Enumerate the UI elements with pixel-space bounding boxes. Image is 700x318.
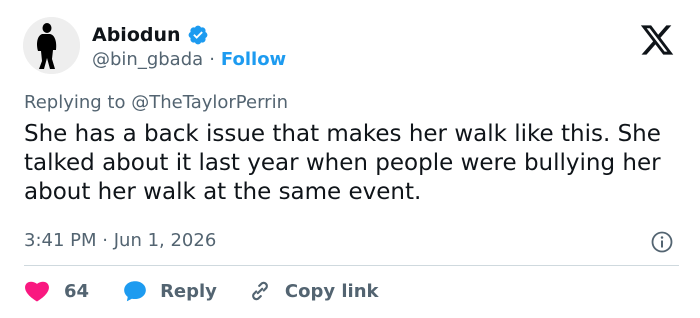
link-icon [252,281,268,301]
reply-label: Reply [160,280,217,302]
x-logo-icon[interactable] [637,22,677,58]
author-name-row: Abiodun [92,24,209,46]
verified-badge-icon [188,25,207,45]
separator-dot: · [209,49,215,70]
author-handle-row: @bin_gbada · Follow [92,49,286,71]
like-count: 64 [64,280,90,302]
replying-mention-link[interactable]: @TheTaylorPerrin [131,92,288,113]
heart-icon [25,281,49,302]
info-icon[interactable] [650,230,674,254]
divider [24,265,679,266]
author-name[interactable]: Abiodun [92,24,181,46]
tweet-time[interactable]: 3:41 PM [24,230,97,251]
silhouette-avatar-icon [23,17,80,74]
tweet-text: She has a back issue that makes her walk… [24,121,661,205]
like-button[interactable]: 64 [24,278,89,304]
replying-prefix: Replying to [24,92,126,113]
follow-button[interactable]: Follow [221,49,286,71]
timestamp-separator: · [102,230,108,251]
tweet-date[interactable]: Jun 1, 2026 [114,230,217,251]
author-handle[interactable]: @bin_gbada [92,49,203,71]
reply-button[interactable]: Reply [122,278,217,304]
copy-link-button[interactable]: Copy link [247,278,379,304]
tweet-timestamp[interactable]: 3:41 PM · Jun 1, 2026 [24,230,216,252]
copy-link-label: Copy link [284,280,379,302]
tweet-actions: 64 Reply Copy link [24,278,379,304]
replying-to: Replying to @TheTaylorPerrin [24,92,288,114]
avatar[interactable] [23,17,80,74]
reply-bubble-icon [124,281,146,302]
